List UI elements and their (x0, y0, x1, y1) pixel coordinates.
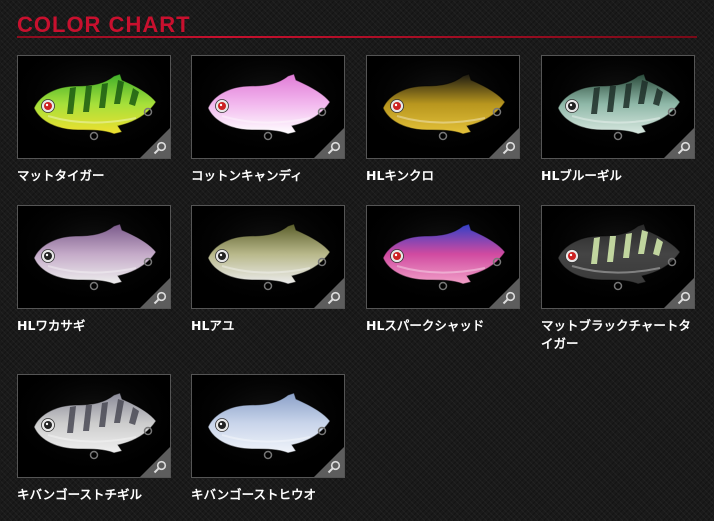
color-thumbnail[interactable] (366, 205, 520, 309)
color-card[interactable]: HLスパークシャッド (366, 205, 520, 335)
section-title: COLOR CHART (17, 12, 191, 37)
color-thumbnail[interactable] (541, 205, 695, 309)
magnifier-icon[interactable] (327, 291, 341, 305)
color-card[interactable]: キバンゴーストチギル (17, 374, 171, 504)
section-header: COLOR CHART (17, 10, 697, 40)
color-name-label: キバンゴーストヒウオ (191, 487, 317, 502)
color-thumbnail[interactable] (191, 374, 345, 478)
color-name-label: HLスパークシャッド (366, 318, 485, 333)
magnifier-icon[interactable] (153, 460, 167, 474)
color-name-label: マットブラックチャートタイガー (541, 318, 691, 351)
color-name-label: HLアユ (191, 318, 235, 333)
color-card[interactable]: HLキンクロ (366, 55, 520, 185)
magnifier-icon[interactable] (502, 291, 516, 305)
magnifier-icon[interactable] (677, 291, 691, 305)
color-thumbnail[interactable] (17, 55, 171, 159)
color-card[interactable]: マットタイガー (17, 55, 171, 185)
header-divider (17, 36, 697, 38)
color-card[interactable]: マットブラックチャートタイガー (541, 205, 695, 353)
magnifier-icon[interactable] (327, 141, 341, 155)
color-thumbnail[interactable] (366, 55, 520, 159)
magnifier-icon[interactable] (327, 460, 341, 474)
color-thumbnail[interactable] (541, 55, 695, 159)
magnifier-icon[interactable] (502, 141, 516, 155)
color-name-label: マットタイガー (17, 168, 105, 183)
color-name-label: HLワカサギ (17, 318, 86, 333)
color-card[interactable]: HLワカサギ (17, 205, 171, 335)
color-name-label: HLブルーギル (541, 168, 622, 183)
color-card[interactable]: コットンキャンディ (191, 55, 345, 185)
color-card[interactable]: HLアユ (191, 205, 345, 335)
color-name-label: HLキンクロ (366, 168, 435, 183)
color-card[interactable]: キバンゴーストヒウオ (191, 374, 345, 504)
color-thumbnail[interactable] (17, 205, 171, 309)
color-name-label: キバンゴーストチギル (17, 487, 143, 502)
color-thumbnail[interactable] (17, 374, 171, 478)
color-name-label: コットンキャンディ (191, 168, 303, 183)
color-card[interactable]: HLブルーギル (541, 55, 695, 185)
magnifier-icon[interactable] (153, 291, 167, 305)
color-thumbnail[interactable] (191, 205, 345, 309)
magnifier-icon[interactable] (153, 141, 167, 155)
magnifier-icon[interactable] (677, 141, 691, 155)
color-thumbnail[interactable] (191, 55, 345, 159)
